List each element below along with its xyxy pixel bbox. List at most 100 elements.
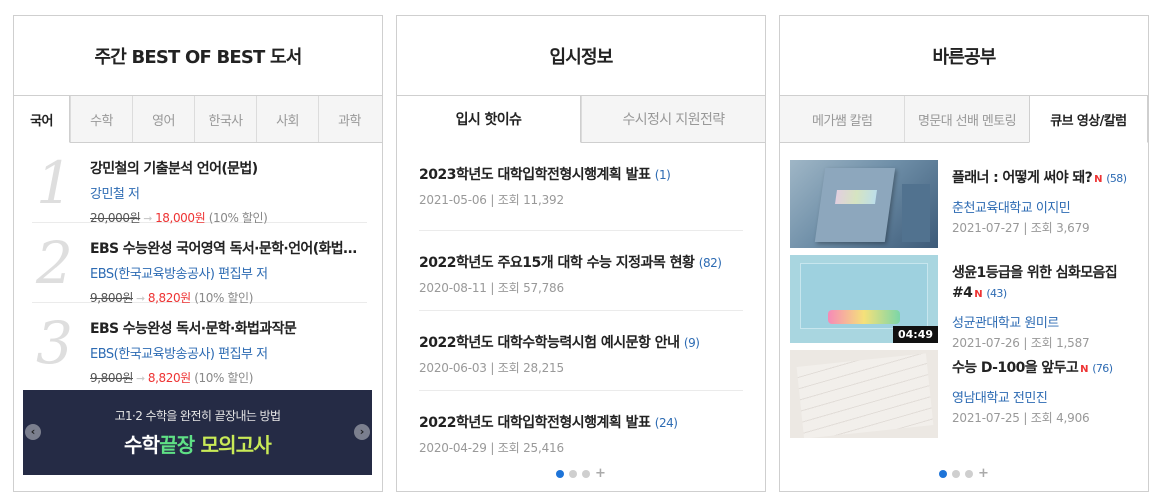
news-title-text: 2022학년도 대학수학능력시험 예시문항 안내 (419, 335, 680, 351)
comment-count: (82) (698, 256, 722, 270)
video-info: 생윤1등급을 위한 심화모음집 #4 N (43) 성균관대학교 원미르 2021… (938, 255, 1128, 350)
author-school[interactable]: 성균관대학교 원미르 (952, 312, 1128, 331)
tab-cube-video[interactable]: 큐브 영상/칼럼 (1028, 96, 1148, 143)
promo-banner[interactable]: ‹ 고1·2 수학을 완전히 끝장내는 방법 수학끝장 모의고사 › (23, 390, 372, 475)
comment-count: (76) (1092, 362, 1113, 375)
comment-count: (24) (654, 416, 678, 430)
list-item[interactable]: 2022학년도 대학입학전형시행계획 발표 (24) 2020-04-29 | … (419, 391, 743, 471)
list-item[interactable]: 2023학년도 대학입학전형시행계획 발표 (1) 2021-05-06 | 조… (419, 143, 743, 231)
thumbnail-decoration (814, 168, 896, 242)
video-title[interactable]: 생윤1등급을 위한 심화모음집 #4 N (43) (952, 263, 1128, 305)
best-books-panel: 주간 BEST OF BEST 도서 국어 수학 영어 한국사 사회 과학 1 … (13, 15, 383, 492)
book-title[interactable]: EBS 수능완성 국어영역 독서·문학·언어(화법과작문) (90, 238, 367, 258)
banner-title-part: 모의고사 (194, 433, 272, 457)
thumbnail-decoration (835, 190, 877, 204)
author-school[interactable]: 춘천교육대학교 이지민 (952, 197, 1128, 216)
tab-korean-history[interactable]: 한국사 (194, 96, 256, 142)
new-badge: N (974, 289, 983, 300)
video-duration: 04:49 (892, 326, 938, 343)
tab-strategy[interactable]: 수시정시 지원전략 (581, 96, 765, 142)
page-dot[interactable] (939, 470, 948, 478)
page-dot[interactable] (556, 470, 565, 478)
study-tabs: 메가쌤 칼럼 명문대 선배 멘토링 큐브 영상/칼럼 (780, 95, 1148, 143)
video-thumbnail[interactable] (790, 350, 938, 438)
thumbnail-decoration (828, 310, 900, 324)
book-item[interactable]: 1 강민철의 기출분석 언어(문법) 강민철 저 20,000원 ➞ 18,000원… (32, 143, 367, 225)
video-title[interactable]: 수능 D-100을 앞두고 N (76) (952, 358, 1128, 380)
chevron-left-icon[interactable]: ‹ (25, 424, 41, 440)
news-title[interactable]: 2022학년도 대학수학능력시험 예시문항 안내 (9) (419, 332, 743, 354)
news-meta: 2021-05-06 | 조회 11,392 (419, 193, 564, 207)
video-item[interactable]: 04:49 생윤1등급을 위한 심화모음집 #4 N (43) 성균관대학교 원미… (790, 255, 1138, 350)
page-dot[interactable] (965, 470, 974, 478)
pagination-dots: + (780, 467, 1148, 480)
book-title[interactable]: EBS 수능완성 독서·문학·화법과작문 (90, 318, 367, 338)
page-dot[interactable] (582, 470, 591, 478)
comment-count: (58) (1106, 172, 1127, 185)
book-author[interactable]: EBS(한국교육방송공사) 편집부 저 (90, 263, 367, 282)
page-dot[interactable] (569, 470, 578, 478)
video-info: 수능 D-100을 앞두고 N (76) 영남대학교 전민진 2021-07-25… (938, 350, 1128, 442)
book-item[interactable]: 3 EBS 수능완성 독서·문학·화법과작문 EBS(한국교육방송공사) 편집부… (32, 303, 367, 385)
comment-count: (9) (683, 336, 700, 350)
plus-icon[interactable]: + (595, 467, 606, 480)
pagination-dots: + (397, 467, 765, 480)
rank-number: 1 (36, 149, 73, 217)
admission-info-title: 입시정보 (549, 46, 613, 68)
tab-mega-column[interactable]: 메가쌤 칼럼 (780, 96, 904, 142)
book-author[interactable]: 강민철 저 (90, 183, 367, 202)
news-title-text: 2022학년도 주요15개 대학 수능 지정과목 현황 (419, 255, 695, 271)
banner-title-part: 수학 (124, 433, 160, 457)
tab-social[interactable]: 사회 (256, 96, 318, 142)
sale-price: 8,820원 (147, 371, 191, 385)
page-dot[interactable] (952, 470, 961, 478)
admission-info-panel: 입시정보 입시 핫이슈 수시정시 지원전략 2023학년도 대학입학전형시행계획… (396, 15, 766, 492)
news-title-text: 2023학년도 대학입학전형시행계획 발표 (419, 167, 651, 183)
news-meta: 2020-06-03 | 조회 28,215 (419, 361, 564, 375)
new-badge: N (1080, 364, 1088, 375)
banner-title-part: 끝장 (159, 433, 195, 457)
video-thumbnail[interactable] (790, 160, 938, 248)
best-books-title: 주간 BEST OF BEST 도서 (94, 46, 302, 68)
video-meta: 2021-07-27 | 조회 3,679 (952, 221, 1090, 235)
tab-hot-issue[interactable]: 입시 핫이슈 (397, 96, 581, 143)
comment-count: (43) (986, 287, 1007, 300)
book-list: 1 강민철의 기출분석 언어(문법) 강민철 저 20,000원 ➞ 18,000원… (14, 143, 382, 385)
author-school[interactable]: 영남대학교 전민진 (952, 387, 1128, 406)
list-item[interactable]: 2022학년도 대학수학능력시험 예시문항 안내 (9) 2020-06-03 … (419, 311, 743, 391)
chevron-right-icon[interactable]: › (354, 424, 370, 440)
tab-english[interactable]: 영어 (132, 96, 194, 142)
plus-icon[interactable]: + (978, 467, 989, 480)
video-list: 플래너 : 어떻게 써야 돼? N (58) 춘천교육대학교 이지민 2021-0… (780, 143, 1148, 442)
rank-number: 2 (36, 229, 73, 297)
news-list: 2023학년도 대학입학전형시행계획 발표 (1) 2021-05-06 | 조… (397, 143, 765, 471)
video-info: 플래너 : 어떻게 써야 돼? N (58) 춘천교육대학교 이지민 2021-0… (938, 160, 1128, 252)
comment-count: (1) (654, 168, 671, 182)
video-thumbnail[interactable]: 04:49 (790, 255, 938, 343)
news-title[interactable]: 2022학년도 주요15개 대학 수능 지정과목 현황 (82) (419, 252, 743, 274)
tab-math[interactable]: 수학 (70, 96, 132, 142)
tab-science[interactable]: 과학 (318, 96, 380, 142)
news-title[interactable]: 2022학년도 대학입학전형시행계획 발표 (24) (419, 412, 743, 434)
banner-title: 수학끝장 모의고사 (124, 429, 272, 458)
study-panel: 바른공부 메가쌤 칼럼 명문대 선배 멘토링 큐브 영상/칼럼 플래너 : 어떻… (779, 15, 1149, 492)
rank-number: 3 (36, 309, 73, 377)
tab-mentoring[interactable]: 명문대 선배 멘토링 (904, 96, 1028, 142)
video-item[interactable]: 수능 D-100을 앞두고 N (76) 영남대학교 전민진 2021-07-25… (790, 350, 1138, 442)
book-item[interactable]: 2 EBS 수능완성 국어영역 독서·문학·언어(화법과작문) EBS(한국교육… (32, 223, 367, 305)
news-title-text: 2022학년도 대학입학전형시행계획 발표 (419, 415, 651, 431)
list-item[interactable]: 2022학년도 주요15개 대학 수능 지정과목 현황 (82) 2020-08… (419, 231, 743, 311)
video-meta: 2021-07-26 | 조회 1,587 (952, 336, 1090, 350)
news-meta: 2020-08-11 | 조회 57,786 (419, 281, 564, 295)
video-title[interactable]: 플래너 : 어떻게 써야 돼? N (58) (952, 168, 1128, 190)
video-item[interactable]: 플래너 : 어떻게 써야 돼? N (58) 춘천교육대학교 이지민 2021-0… (790, 160, 1138, 252)
news-title[interactable]: 2023학년도 대학입학전형시행계획 발표 (1) (419, 164, 743, 186)
thumbnail-decoration (796, 353, 934, 438)
tab-korean[interactable]: 국어 (14, 96, 70, 143)
book-title[interactable]: 강민철의 기출분석 언어(문법) (90, 158, 367, 178)
discount-rate: (10% 할인) (194, 371, 253, 385)
book-author[interactable]: EBS(한국교육방송공사) 편집부 저 (90, 343, 367, 362)
news-meta: 2020-04-29 | 조회 25,416 (419, 441, 564, 455)
new-badge: N (1094, 174, 1102, 185)
thumbnail-decoration (902, 184, 930, 242)
